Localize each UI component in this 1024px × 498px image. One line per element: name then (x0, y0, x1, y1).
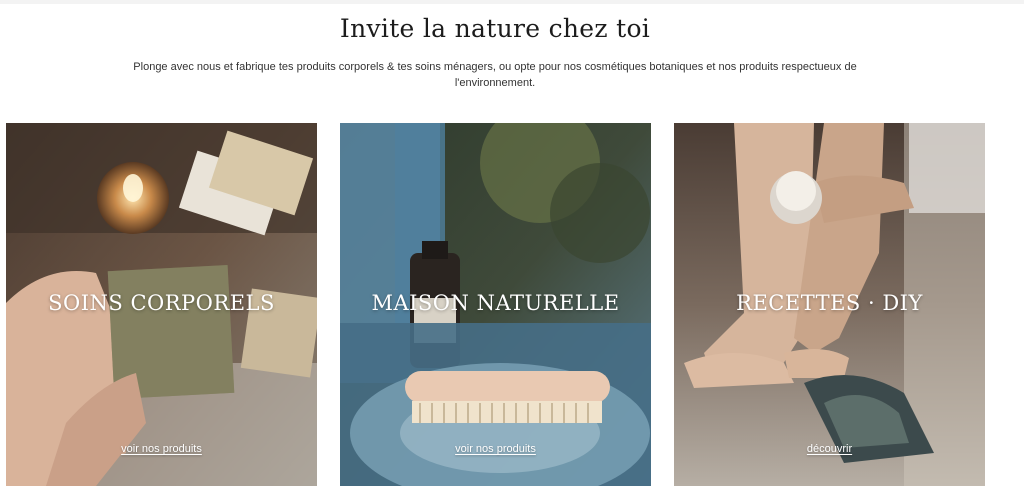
category-card-recettes-diy[interactable]: RECETTES · DIY découvrir (674, 123, 985, 486)
card-title: RECETTES · DIY (736, 291, 923, 315)
section-title: Invite la nature chez toi (339, 14, 651, 43)
card-link-decouvrir[interactable]: découvrir (674, 443, 985, 455)
category-card-maison-naturelle[interactable]: MAISON NATURELLE voir nos produits (340, 123, 651, 486)
card-link-voir-nos-produits[interactable]: voir nos produits (340, 443, 651, 455)
card-title: SOINS CORPORELS (48, 291, 275, 315)
card-title: MAISON NATURELLE (371, 291, 620, 315)
top-divider (0, 0, 1024, 4)
category-card-soins-corporels[interactable]: SOINS CORPORELS voir nos produits (6, 123, 317, 486)
card-link-voir-nos-produits[interactable]: voir nos produits (6, 443, 317, 455)
section-subtitle: Plonge avec nous et fabrique tes produit… (133, 61, 857, 89)
